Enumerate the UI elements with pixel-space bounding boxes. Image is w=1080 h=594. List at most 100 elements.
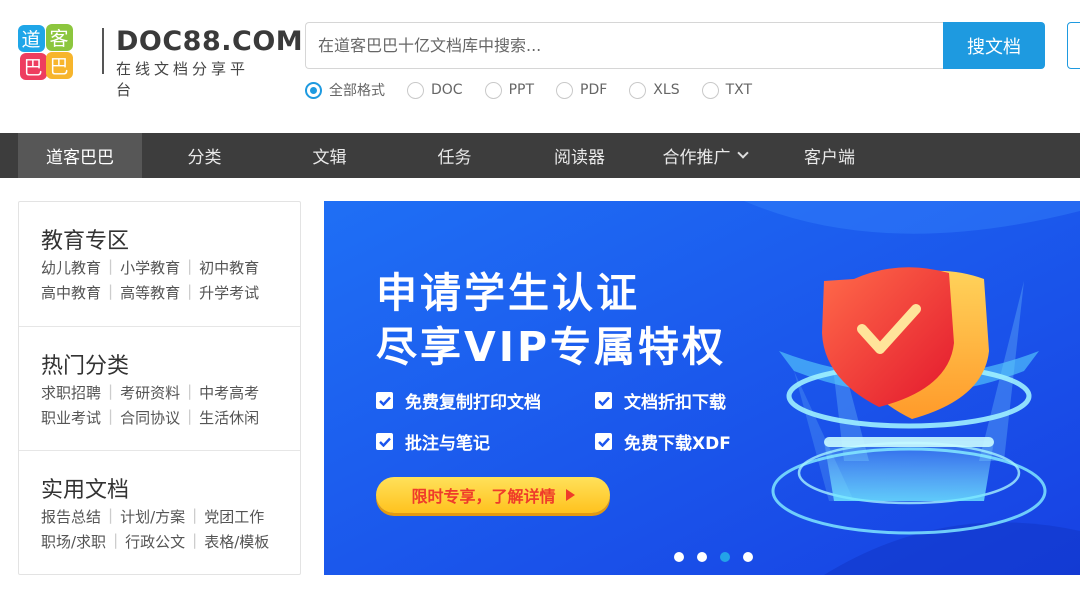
sidebar-link[interactable]: 小学教育 [120, 257, 180, 278]
separator: | [187, 282, 193, 300]
sidebar-link-row: 职业考试 | 合同协议 | 生活休闲 [41, 407, 259, 428]
format-option-doc[interactable]: DOC [407, 81, 463, 99]
separator: | [108, 506, 114, 524]
upload-button[interactable] [1067, 22, 1080, 69]
nav-item-client[interactable]: 客户端 [767, 133, 892, 178]
sidebar-link[interactable]: 行政公文 [125, 531, 185, 552]
format-option-all[interactable]: 全部格式 [305, 80, 385, 100]
banner-feature: 文档折扣下载 [595, 388, 726, 413]
sidebar-section-title[interactable]: 实用文档 [41, 472, 129, 504]
site-logo[interactable]: 道 客 巴 巴 DOC88.COM 在线文档分享平台 [16, 22, 303, 99]
separator: | [187, 407, 193, 425]
separator: | [187, 257, 193, 275]
format-label: 全部格式 [329, 83, 385, 99]
checkbox-icon [376, 392, 393, 409]
logo-char: 巴 [23, 57, 42, 79]
search-button[interactable]: 搜文档 [943, 22, 1045, 69]
sidebar-section-title[interactable]: 教育专区 [41, 223, 129, 255]
format-option-pdf[interactable]: PDF [556, 81, 608, 99]
checkbox-icon [376, 433, 393, 450]
carousel-dot-active[interactable] [720, 552, 730, 562]
logo-tagline: 在线文档分享平台 [116, 60, 250, 99]
radio-icon[interactable] [556, 81, 574, 99]
radio-icon[interactable] [629, 81, 647, 99]
chevron-down-icon [736, 147, 749, 159]
banner-title-line2: 尽享VIP专属特权 [376, 323, 727, 371]
format-label: DOC [431, 82, 463, 98]
sidebar-link[interactable]: 升学考试 [199, 282, 259, 303]
format-label: TXT [725, 82, 753, 98]
sidebar-section: 实用文档 报告总结 | 计划/方案 | 党团工作 职场/求职 | 行政公文 | 表格/模… [19, 450, 300, 574]
main-nav: 道客巴巴 分类 文辑 任务 阅读器 合作推广 客户端 [0, 133, 1080, 178]
separator: | [192, 531, 198, 549]
radio-icon[interactable] [407, 81, 424, 99]
banner-feature-label: 免费复制打印文档 [405, 393, 541, 413]
format-option-txt[interactable]: TXT [701, 81, 753, 99]
format-label: PPT [508, 82, 535, 98]
banner-feature: 免费复制打印文档 [376, 388, 541, 413]
format-option-ppt[interactable]: PPT [484, 81, 535, 99]
separator: | [187, 382, 193, 400]
carousel-dot[interactable] [697, 552, 707, 562]
radio-icon[interactable] [701, 81, 719, 99]
sidebar-section-title[interactable]: 热门分类 [41, 348, 129, 380]
sidebar-link[interactable]: 表格/模板 [204, 531, 269, 552]
sidebar-link[interactable]: 党团工作 [204, 506, 264, 527]
sidebar-link[interactable]: 职场/求职 [41, 531, 106, 552]
logo-badge-icon: 道 客 巴 巴 [18, 24, 73, 80]
sidebar-link[interactable]: 职业考试 [41, 407, 101, 428]
banner-cta-button[interactable]: 限时专享，了解详情 [376, 477, 610, 513]
sidebar-link[interactable]: 考研资料 [120, 382, 180, 403]
sidebar-link[interactable]: 求职招聘 [41, 382, 101, 403]
sidebar-link[interactable]: 合同协议 [120, 407, 180, 428]
nav-item-category[interactable]: 分类 [142, 133, 267, 178]
nav-item-reader[interactable]: 阅读器 [517, 133, 642, 178]
banner-cta-label: 限时专享，了解详情 [411, 487, 556, 506]
sidebar-link[interactable]: 报告总结 [41, 506, 101, 527]
sidebar-link-row: 报告总结 | 计划/方案 | 党团工作 [41, 506, 264, 527]
banner-feature: 批注与笔记 [376, 429, 490, 454]
search-input[interactable] [306, 23, 943, 68]
sidebar-link-row: 求职招聘 | 考研资料 | 中考高考 [41, 382, 259, 403]
format-label: XLS [653, 82, 680, 98]
sidebar-link[interactable]: 高中教育 [41, 282, 101, 303]
format-filter: 全部格式 DOC PPT PDF XLS TXT [305, 80, 774, 100]
separator: | [108, 282, 114, 300]
sidebar-link[interactable]: 生活休闲 [199, 407, 259, 428]
banner-title-line1: 申请学生认证 [376, 269, 640, 317]
sidebar-link[interactable]: 中考高考 [199, 382, 259, 403]
sidebar-section: 热门分类 求职招聘 | 考研资料 | 中考高考 职业考试 | 合同协议 | 生活休闲 [19, 326, 300, 450]
logo-divider [102, 28, 104, 74]
nav-item-home[interactable]: 道客巴巴 [18, 133, 142, 178]
sidebar-link[interactable]: 幼儿教育 [41, 257, 101, 278]
carousel-dots [674, 552, 766, 562]
separator: | [113, 531, 119, 549]
play-arrow-icon [565, 489, 575, 501]
sidebar-link-row: 高中教育 | 高等教育 | 升学考试 [41, 282, 259, 303]
separator: | [192, 506, 198, 524]
sidebar-link-row: 幼儿教育 | 小学教育 | 初中教育 [41, 257, 259, 278]
carousel-dot[interactable] [743, 552, 753, 562]
separator: | [108, 257, 114, 275]
radio-icon[interactable] [484, 81, 502, 99]
logo-char: 道 [21, 29, 40, 51]
sidebar-link[interactable]: 初中教育 [199, 257, 259, 278]
separator: | [108, 382, 114, 400]
carousel-dot[interactable] [674, 552, 684, 562]
promo-banner[interactable]: 申请学生认证 尽享VIP专属特权 免费复制打印文档 文档折扣下载 批注与笔记 免… [324, 201, 1080, 575]
banner-feature-label: 免费下载XDF [624, 434, 731, 454]
nav-item-label: 合作推广 [662, 148, 731, 168]
format-option-xls[interactable]: XLS [629, 81, 680, 99]
logo-char: 巴 [49, 56, 68, 78]
nav-item-collections[interactable]: 文辑 [267, 133, 392, 178]
banner-feature: 免费下载XDF [595, 429, 731, 454]
radio-checked-icon[interactable] [305, 81, 322, 99]
logo-domain: DOC88.COM [116, 26, 304, 57]
format-label: PDF [580, 82, 608, 98]
sidebar-link[interactable]: 高等教育 [120, 282, 180, 303]
nav-item-tasks[interactable]: 任务 [392, 133, 517, 178]
separator: | [108, 407, 114, 425]
sidebar-link[interactable]: 计划/方案 [120, 506, 185, 527]
checkbox-icon [595, 392, 612, 409]
nav-item-partnership[interactable]: 合作推广 [642, 133, 767, 178]
